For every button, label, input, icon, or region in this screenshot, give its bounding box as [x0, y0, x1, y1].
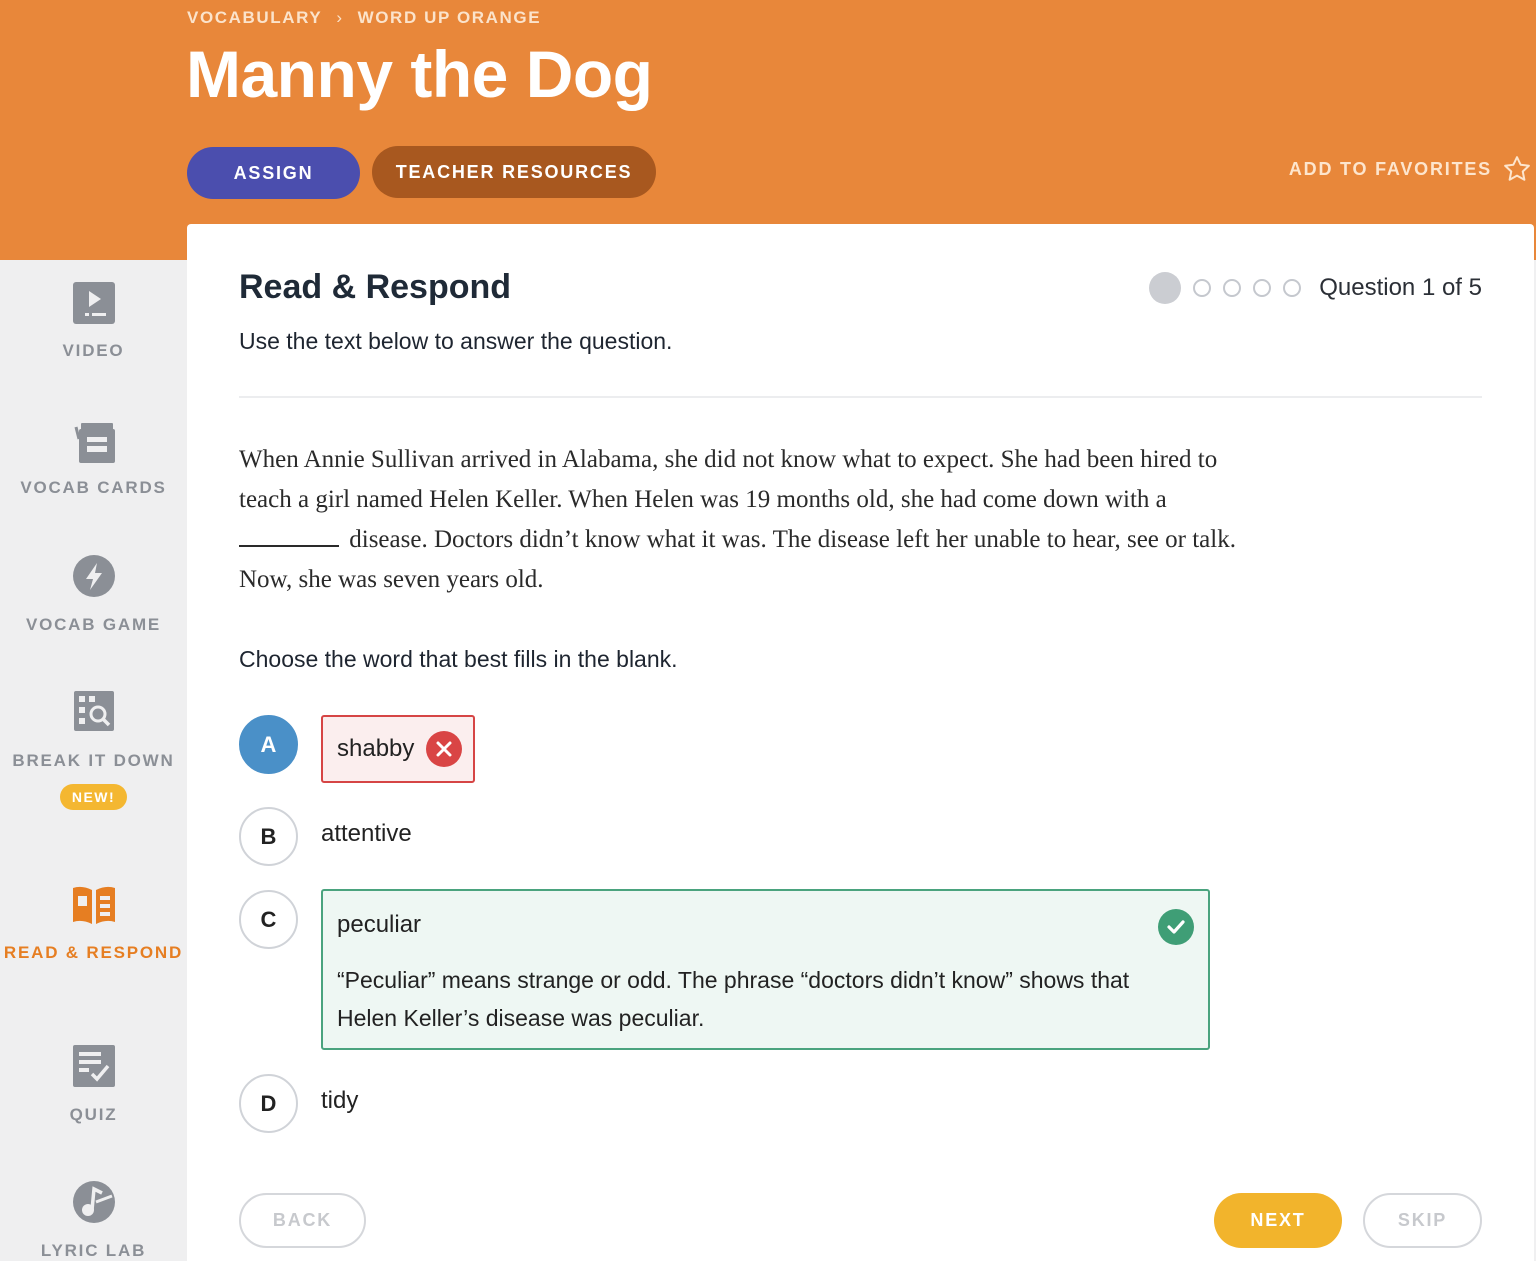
- breadcrumb-separator: ›: [336, 8, 344, 27]
- progress-dot[interactable]: [1283, 279, 1302, 297]
- page-title: Manny the Dog: [186, 37, 653, 111]
- add-to-favorites-button[interactable]: ADD TO FAVORITES: [1289, 154, 1532, 184]
- breadcrumb-word-up-orange[interactable]: WORD UP ORANGE: [358, 8, 542, 28]
- reading-passage: When Annie Sullivan arrived in Alabama, …: [239, 440, 1259, 600]
- sidebar-item-video[interactable]: VIDEO: [0, 280, 187, 364]
- option-c-letter[interactable]: C: [239, 890, 298, 949]
- star-icon: [1504, 156, 1530, 181]
- question-counter: Question 1 of 5: [1319, 274, 1482, 301]
- magnifier-grid-icon: [73, 691, 114, 731]
- open-book-icon: [72, 886, 115, 924]
- option-d-letter[interactable]: D: [239, 1074, 298, 1133]
- music-note-icon: [72, 1181, 115, 1223]
- lightning-icon: [72, 555, 115, 597]
- passage-blank: [239, 525, 339, 547]
- add-to-favorites-label: ADD TO FAVORITES: [1288, 158, 1492, 179]
- answer-explanation: “Peculiar” means strange or odd. The phr…: [337, 967, 1130, 1031]
- sidebar-item-quiz[interactable]: QUIZ: [0, 1044, 187, 1128]
- progress-dot-current[interactable]: [1149, 272, 1182, 304]
- sidebar-item-vocab-game[interactable]: VOCAB GAME: [0, 554, 187, 638]
- sidebar-item-label: QUIZ: [69, 1105, 118, 1124]
- sidebar-item-label: BREAK IT DOWN: [12, 751, 175, 770]
- incorrect-x-icon: [426, 731, 463, 767]
- sidebar-item-lyric-lab[interactable]: LYRIC LAB: [0, 1180, 187, 1261]
- sidebar-item-label: READ & RESPOND: [3, 943, 184, 962]
- page-header: VOCABULARY › WORD UP ORANGE Manny the Do…: [0, 0, 1536, 260]
- assign-button[interactable]: ASSIGN: [187, 147, 360, 199]
- sidebar-item-label: VIDEO: [62, 341, 125, 360]
- sidebar-item-break-it-down[interactable]: BREAK IT DOWN NEW!: [0, 690, 187, 810]
- sidebar-item-label: VOCAB GAME: [25, 615, 162, 634]
- new-badge: NEW!: [59, 784, 128, 810]
- option-a-letter[interactable]: A: [239, 715, 298, 774]
- vocab-cards-icon: [74, 423, 115, 463]
- sidebar-item-vocab-cards[interactable]: VOCAB CARDS: [0, 417, 187, 501]
- sidebar-item-label: VOCAB CARDS: [20, 478, 167, 497]
- next-button[interactable]: NEXT: [1214, 1193, 1342, 1248]
- checklist-icon: [72, 1045, 115, 1087]
- option-c-text: peculiar: [337, 911, 422, 938]
- breadcrumb-vocabulary[interactable]: VOCABULARY: [187, 8, 322, 28]
- option-b-text[interactable]: attentive: [321, 820, 412, 848]
- passage-text-after: disease. Doctors didn’t know what it was…: [239, 526, 1236, 593]
- option-c-answer[interactable]: peculiar “Peculiar” means strange or odd…: [321, 889, 1210, 1050]
- teacher-resources-button[interactable]: TEACHER RESOURCES: [372, 146, 656, 198]
- option-a-text: shabby: [337, 735, 415, 762]
- skip-button[interactable]: SKIP: [1363, 1193, 1482, 1248]
- section-title: Read & Respond: [239, 268, 512, 306]
- breadcrumb: VOCABULARY › WORD UP ORANGE: [187, 8, 541, 28]
- instructions: Use the text below to answer the questio…: [239, 328, 673, 354]
- video-icon: [72, 282, 115, 324]
- option-d-text[interactable]: tidy: [321, 1087, 358, 1115]
- back-button[interactable]: BACK: [239, 1193, 366, 1248]
- progress-dot[interactable]: [1253, 279, 1272, 297]
- passage-text-before: When Annie Sullivan arrived in Alabama, …: [239, 446, 1218, 513]
- progress-dot[interactable]: [1223, 279, 1242, 297]
- question-card: Read & Respond Question 1 of 5 Use the t…: [187, 224, 1534, 1261]
- option-a-answer[interactable]: shabby: [321, 715, 475, 783]
- question-prompt: Choose the word that best fills in the b…: [239, 646, 678, 672]
- divider: [239, 396, 1482, 398]
- sidebar: VIDEO VOCAB CARDS VOCAB GAME BREAK IT DO…: [0, 260, 187, 1261]
- option-b-letter[interactable]: B: [239, 807, 298, 866]
- correct-check-icon: [1158, 909, 1194, 945]
- question-progress: Question 1 of 5: [1149, 272, 1482, 304]
- sidebar-item-label: LYRIC LAB: [40, 1241, 147, 1260]
- sidebar-item-read-and-respond[interactable]: READ & RESPOND: [0, 882, 187, 966]
- progress-dot[interactable]: [1193, 279, 1212, 297]
